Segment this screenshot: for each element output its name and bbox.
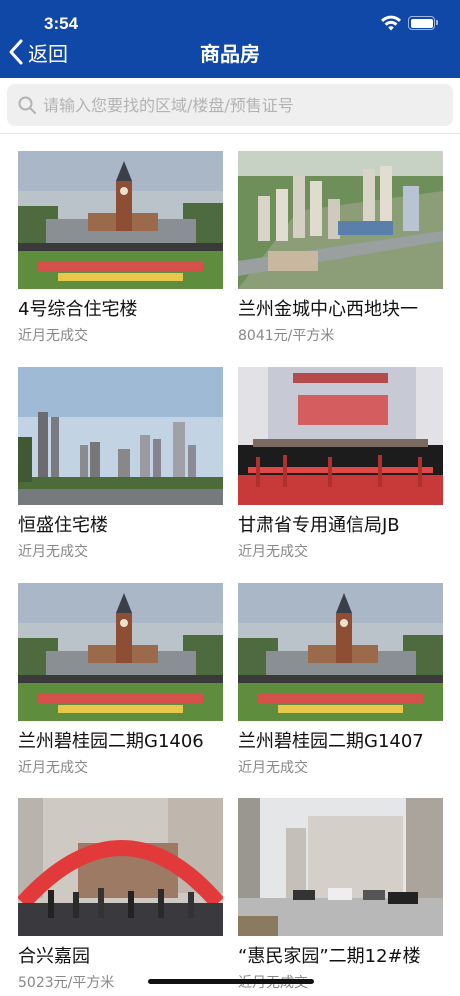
- listing-image: [238, 798, 443, 936]
- listing-name: “惠民家园”二期12#楼: [238, 946, 421, 967]
- wifi-icon: [381, 15, 401, 31]
- listing-grid: 4号综合住宅楼 近月无成交 兰州金城中心西地块一 8041元/平方米 恒盛住宅楼…: [0, 134, 460, 996]
- listing-image: [18, 151, 223, 289]
- listing-card[interactable]: 4号综合住宅楼 近月无成交: [18, 151, 223, 351]
- listing-name: 合兴嘉园: [18, 946, 90, 967]
- listing-image: [238, 151, 443, 289]
- search-box[interactable]: [7, 84, 453, 126]
- search-icon: [18, 96, 36, 114]
- listing-card[interactable]: 合兴嘉园 5023元/平方米: [18, 798, 223, 996]
- search-bar: [0, 78, 460, 134]
- listing-price: 近月无成交: [238, 760, 308, 776]
- nav-bar: 3:54 返回 商品房: [0, 0, 460, 78]
- listing-image: [238, 583, 443, 721]
- home-indicator: [148, 979, 314, 984]
- search-input[interactable]: [43, 95, 453, 115]
- listing-name: 兰州碧桂园二期G1407: [238, 731, 424, 752]
- listing-price: 近月无成交: [238, 544, 308, 560]
- listing-card[interactable]: 兰州碧桂园二期G1406 近月无成交: [18, 583, 223, 783]
- listing-card[interactable]: “惠民家园”二期12#楼 近月无成交: [238, 798, 443, 996]
- listing-name: 甘肃省专用通信局JB: [238, 515, 400, 536]
- page-title: 商品房: [200, 42, 260, 66]
- listing-name: 兰州碧桂园二期G1406: [18, 731, 204, 752]
- listing-card[interactable]: 兰州金城中心西地块一 8041元/平方米: [238, 151, 443, 351]
- listing-price: 8041元/平方米: [238, 328, 335, 344]
- listing-price: 近月无成交: [18, 328, 88, 344]
- status-time: 3:54: [44, 14, 79, 33]
- listing-image: [238, 367, 443, 505]
- listing-name: 兰州金城中心西地块一: [238, 299, 418, 320]
- back-button[interactable]: 返回: [8, 36, 68, 68]
- listing-image: [18, 798, 223, 936]
- listing-card[interactable]: 恒盛住宅楼 近月无成交: [18, 367, 223, 567]
- listing-name: 4号综合住宅楼: [18, 299, 138, 320]
- back-label: 返回: [28, 41, 68, 66]
- listing-image: [18, 583, 223, 721]
- chevron-left-icon: [9, 39, 23, 65]
- listing-price: 近月无成交: [18, 544, 88, 560]
- listing-price: 近月无成交: [18, 760, 88, 776]
- listing-card[interactable]: 兰州碧桂园二期G1407 近月无成交: [238, 583, 443, 783]
- listing-card[interactable]: 甘肃省专用通信局JB 近月无成交: [238, 367, 443, 567]
- battery-icon: [408, 16, 438, 30]
- listing-name: 恒盛住宅楼: [18, 515, 108, 536]
- listing-image: [18, 367, 223, 505]
